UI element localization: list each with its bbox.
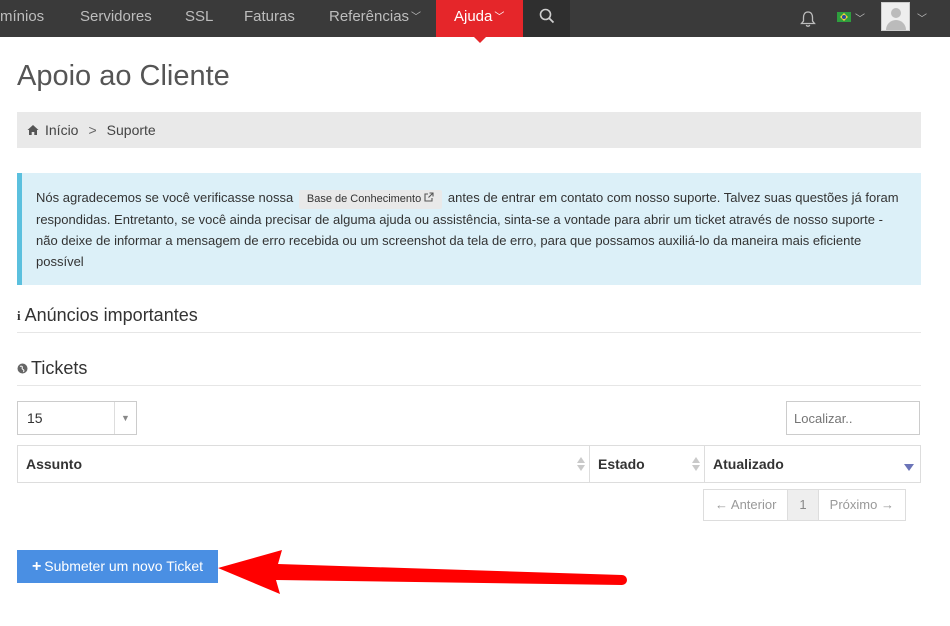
- next-page-button[interactable]: Próximo →: [819, 490, 905, 520]
- caret-down-icon: ▼: [114, 402, 136, 434]
- column-header-subject[interactable]: Assunto: [18, 446, 590, 482]
- info-icon: i: [17, 308, 21, 323]
- breadcrumb-separator: >: [88, 122, 97, 138]
- home-icon: [27, 125, 39, 135]
- column-header-status[interactable]: Estado: [590, 446, 705, 482]
- plus-icon: +: [31, 558, 42, 575]
- top-navbar: mínios Servidores SSL Faturas Referência…: [0, 0, 950, 43]
- knowledgebase-link[interactable]: Base de Conhecimento: [298, 190, 443, 209]
- page-number[interactable]: 1: [787, 490, 819, 520]
- nav-item-ssl[interactable]: SSL: [185, 0, 213, 37]
- submit-button-label: Submeter um novo Ticket: [44, 558, 204, 574]
- column-header-label: Assunto: [26, 456, 82, 472]
- chevron-down-icon[interactable]: ﹀: [917, 10, 927, 25]
- chevron-down-icon: ﹀: [494, 12, 505, 23]
- page-size-select[interactable]: 15 ▼: [17, 401, 137, 435]
- avatar[interactable]: [881, 2, 910, 31]
- sort-icon: [577, 457, 585, 471]
- ticket-search-input[interactable]: [786, 401, 920, 435]
- divider: [17, 385, 921, 386]
- announcements-title: Anúncios importantes: [24, 305, 198, 325]
- column-header-label: Estado: [598, 456, 645, 472]
- brazil-flag-icon[interactable]: [837, 12, 851, 22]
- external-link-icon: [424, 192, 434, 202]
- info-alert: Nós agradecemos se você verificasse noss…: [17, 173, 921, 285]
- sort-desc-icon: [904, 464, 914, 471]
- chevron-down-icon[interactable]: ﹀: [855, 10, 865, 25]
- nav-item-label: Servidores: [80, 8, 152, 25]
- chevron-down-icon: ﹀: [411, 12, 422, 23]
- divider: [17, 332, 921, 333]
- tickets-table: Assunto Estado Atualizado: [17, 445, 921, 483]
- nav-item-referrals[interactable]: Referências ﹀: [329, 0, 421, 37]
- nav-item-label: Ajuda: [454, 8, 493, 25]
- breadcrumb: Início > Suporte: [17, 112, 921, 148]
- column-header-label: Atualizado: [713, 456, 784, 472]
- breadcrumb-current: Suporte: [106, 122, 156, 138]
- submit-new-ticket-button[interactable]: + Submeter um novo Ticket: [17, 550, 218, 583]
- page-title: Apoio ao Cliente: [17, 60, 230, 92]
- nav-item-help[interactable]: Ajuda ﹀: [436, 0, 523, 43]
- pagination: ← Anterior 1 Próximo →: [703, 489, 906, 521]
- nav-item-label: Faturas: [244, 8, 295, 25]
- nav-item-servers[interactable]: Servidores: [80, 0, 152, 37]
- nav-item-invoices[interactable]: Faturas: [244, 0, 295, 37]
- nav-item-label: Referências: [329, 8, 410, 25]
- page-size-value: 15: [27, 410, 43, 426]
- search-toggle[interactable]: [523, 0, 570, 37]
- bell-icon[interactable]: [799, 10, 817, 28]
- tickets-heading: Tickets: [17, 358, 87, 379]
- nav-item-label: SSL: [185, 8, 214, 25]
- globe-icon: [17, 363, 28, 374]
- breadcrumb-home-link[interactable]: Início: [45, 122, 78, 138]
- tickets-title: Tickets: [31, 358, 88, 378]
- search-icon: [539, 8, 555, 24]
- column-header-updated[interactable]: Atualizado: [705, 446, 920, 482]
- info-text-before: Nós agradecemos se você verificasse noss…: [36, 190, 294, 205]
- nav-item-label: mínios: [0, 8, 45, 25]
- previous-page-button[interactable]: ← Anterior: [704, 490, 787, 520]
- sort-icon: [692, 457, 700, 471]
- announcements-heading: i Anúncios importantes: [17, 305, 198, 326]
- knowledgebase-link-label: Base de Conhecimento: [306, 193, 422, 205]
- nav-item-domains[interactable]: mínios: [0, 0, 44, 37]
- annotation-arrow-icon: [218, 550, 627, 594]
